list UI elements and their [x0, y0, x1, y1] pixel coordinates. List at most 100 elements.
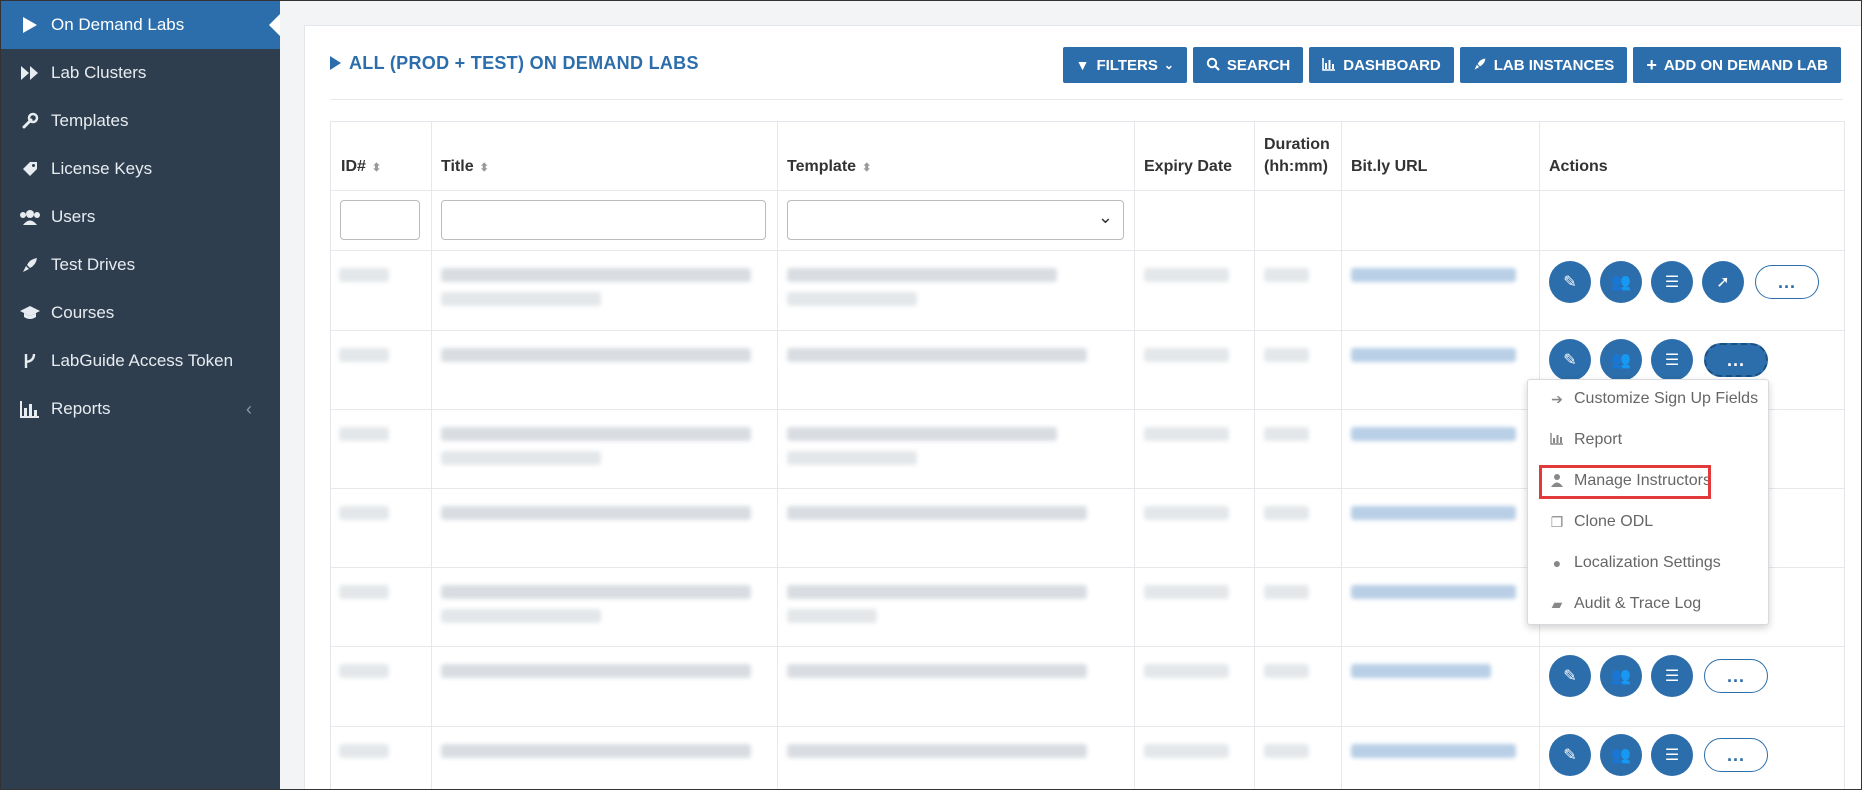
sign-in-icon: ➔ [1551, 390, 1563, 407]
chevron-down-icon: ⌄ [1163, 58, 1174, 72]
edit-button[interactable]: ✎ [1549, 734, 1591, 776]
sidebar-item-license-keys[interactable]: License Keys [1, 145, 280, 193]
sidebar-item-templates[interactable]: Templates [1, 97, 280, 145]
code-fork-icon [19, 350, 41, 372]
users-button[interactable]: 👥 [1600, 734, 1642, 776]
column-divider [1134, 122, 1135, 789]
lab-instances-button[interactable]: LAB INSTANCES [1459, 47, 1628, 83]
play-icon [19, 14, 41, 36]
id-filter-input[interactable] [340, 200, 420, 240]
book-icon: ▰ [1551, 595, 1563, 612]
bar-chart-icon [1548, 432, 1566, 448]
column-header-id[interactable]: ID# ⬍ [341, 158, 381, 176]
template-filter-select[interactable] [787, 200, 1124, 240]
sort-icon: ⬍ [862, 162, 872, 174]
sliders-icon: ☰ [1664, 274, 1680, 291]
rocket-icon [19, 254, 41, 276]
sidebar-item-courses[interactable]: Courses [1, 289, 280, 337]
more-actions-button[interactable]: ... [1704, 343, 1768, 377]
more-actions-button[interactable]: ... [1755, 265, 1819, 299]
users-icon: 👥 [1611, 747, 1631, 764]
menu-item-clone-odl[interactable]: ❐ Clone ODL [1548, 513, 1653, 531]
sidebar-item-label: LabGuide Access Token [51, 351, 234, 370]
more-actions-button[interactable]: ... [1704, 659, 1768, 693]
more-actions-button[interactable]: ... [1704, 738, 1768, 772]
app-frame: On Demand Labs Lab Clusters Templates Li… [0, 0, 1862, 790]
page-title: ALL (PROD + TEST) ON DEMAND LABS [330, 53, 699, 74]
edit-icon: ✎ [1563, 274, 1577, 291]
clone-icon: ❐ [1550, 513, 1564, 530]
users-button[interactable]: 👥 [1600, 655, 1642, 697]
settings-button[interactable]: ☰ [1651, 655, 1693, 697]
column-divider [1254, 122, 1255, 789]
column-divider [777, 122, 778, 789]
row-divider [331, 646, 1844, 647]
chevron-left-icon: ‹ [246, 398, 252, 419]
menu-item-report[interactable]: Report [1548, 431, 1622, 449]
highlight-box [1539, 465, 1711, 499]
menu-item-localization-settings[interactable]: ● Localization Settings [1548, 554, 1721, 572]
fast-forward-icon [19, 62, 41, 84]
settings-button[interactable]: ☰ [1651, 734, 1693, 776]
sidebar-item-reports[interactable]: Reports ‹ [1, 385, 280, 433]
sidebar-item-test-drives[interactable]: Test Drives [1, 241, 280, 289]
menu-item-audit-trace-log[interactable]: ▰ Audit & Trace Log [1548, 595, 1702, 613]
users-button[interactable]: 👥 [1600, 339, 1642, 381]
sidebar-item-label: Courses [51, 303, 115, 322]
users-button[interactable]: 👥 [1600, 261, 1642, 303]
sidebar-item-label: Templates [51, 111, 129, 130]
users-icon: 👥 [1611, 274, 1631, 291]
sidebar-item-lab-clusters[interactable]: Lab Clusters [1, 49, 280, 97]
add-on-demand-lab-button[interactable]: + ADD ON DEMAND LAB [1633, 47, 1841, 83]
column-divider [431, 122, 432, 789]
column-header-template[interactable]: Template ⬍ [787, 158, 871, 176]
graduation-cap-icon [19, 302, 41, 324]
menu-item-customize-sign-up-fields[interactable]: ➔ Customize Sign Up Fields [1548, 390, 1758, 408]
edit-icon: ✎ [1563, 747, 1577, 764]
sliders-icon: ☰ [1664, 747, 1680, 764]
row-divider [331, 726, 1844, 727]
sidebar-item-label: License Keys [51, 159, 153, 178]
edit-button[interactable]: ✎ [1549, 655, 1591, 697]
sidebar-item-on-demand-labs[interactable]: On Demand Labs [1, 1, 281, 49]
row-divider [331, 190, 1844, 191]
sidebar-item-label: Reports [51, 399, 111, 418]
users-icon: 👥 [1611, 668, 1631, 685]
rocket-icon [1473, 57, 1487, 74]
divider [330, 99, 1843, 100]
column-header-duration: Duration (hh:mm) [1264, 136, 1330, 175]
plus-icon: + [1646, 54, 1657, 75]
sort-icon: ⬍ [479, 162, 489, 174]
settings-button[interactable]: ☰ [1651, 261, 1693, 303]
play-icon [330, 56, 341, 70]
edit-icon: ✎ [1563, 352, 1577, 369]
wrench-icon [19, 110, 41, 132]
sidebar-item-label: Users [51, 207, 96, 226]
users-icon [19, 206, 41, 228]
row-divider [331, 250, 1844, 251]
settings-button[interactable]: ☰ [1651, 339, 1693, 381]
sidebar-item-label: Test Drives [51, 255, 136, 274]
sliders-icon: ☰ [1664, 668, 1680, 685]
filters-button[interactable]: ▼ FILTERS ⌄ [1062, 47, 1187, 83]
dashboard-button[interactable]: DASHBOARD [1309, 47, 1454, 83]
column-header-expiry-date: Expiry Date [1144, 158, 1233, 175]
globe-icon: ● [1552, 555, 1562, 571]
column-header-title[interactable]: Title ⬍ [441, 158, 489, 176]
edit-button[interactable]: ✎ [1549, 339, 1591, 381]
sidebar-item-label: On Demand Labs [51, 15, 185, 34]
sort-icon: ⬍ [371, 162, 382, 174]
edit-button[interactable]: ✎ [1549, 261, 1591, 303]
sidebar-item-users[interactable]: Users [1, 193, 280, 241]
sidebar: On Demand Labs Lab Clusters Templates Li… [1, 1, 281, 789]
filter-icon: ▼ [1075, 57, 1090, 73]
rocket-icon: ➚ [1716, 274, 1730, 291]
bar-chart-icon [1322, 57, 1336, 74]
sidebar-item-labguide-access-token[interactable]: LabGuide Access Token [1, 337, 280, 385]
title-filter-input[interactable] [441, 200, 766, 240]
bar-chart-icon [19, 398, 41, 420]
search-button[interactable]: SEARCH [1192, 47, 1304, 83]
edit-icon: ✎ [1563, 668, 1577, 685]
deploy-button[interactable]: ➚ [1702, 261, 1744, 303]
more-actions-menu: ➔ Customize Sign Up Fields Report Manage … [1527, 379, 1769, 625]
